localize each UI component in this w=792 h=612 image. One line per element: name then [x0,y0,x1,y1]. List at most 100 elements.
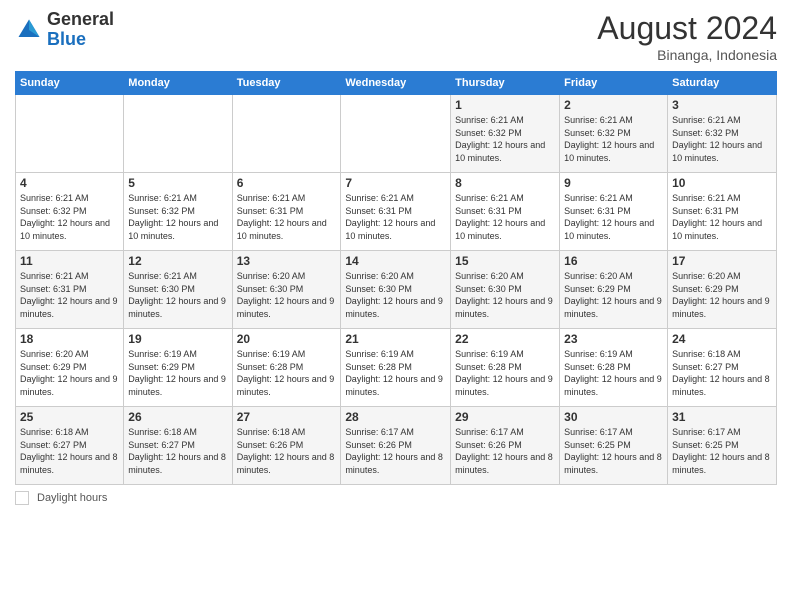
col-tuesday: Tuesday [232,72,341,95]
page: General Blue August 2024 Binanga, Indone… [0,0,792,612]
day-info: Sunrise: 6:21 AMSunset: 6:31 PMDaylight:… [672,192,772,242]
day-number: 22 [455,332,555,346]
day-number: 10 [672,176,772,190]
table-row: 4 Sunrise: 6:21 AMSunset: 6:32 PMDaylight… [16,173,124,251]
day-info: Sunrise: 6:19 AMSunset: 6:28 PMDaylight:… [455,348,555,398]
day-info: Sunrise: 6:21 AMSunset: 6:32 PMDaylight:… [455,114,555,164]
day-info: Sunrise: 6:21 AMSunset: 6:32 PMDaylight:… [672,114,772,164]
location: Binanga, Indonesia [597,47,777,63]
day-info: Sunrise: 6:20 AMSunset: 6:30 PMDaylight:… [237,270,337,320]
day-number: 13 [237,254,337,268]
table-row: 10 Sunrise: 6:21 AMSunset: 6:31 PMDayligh… [668,173,777,251]
table-row: 11Sunrise: 6:21 AMSunset: 6:31 PMDayligh… [16,251,124,329]
table-row: 23 Sunrise: 6:19 AMSunset: 6:28 PMDayligh… [560,329,668,407]
table-row [16,95,124,173]
day-number: 26 [128,410,227,424]
day-info: Sunrise: 6:19 AMSunset: 6:28 PMDaylight:… [237,348,337,398]
day-number: 18 [20,332,119,346]
table-row: 19Sunrise: 6:19 AMSunset: 6:29 PMDayligh… [124,329,232,407]
day-info: Sunrise: 6:21 AMSunset: 6:31 PMDaylight:… [455,192,555,242]
col-saturday: Saturday [668,72,777,95]
day-number: 25 [20,410,119,424]
day-number: 14 [345,254,446,268]
day-info: Sunrise: 6:20 AMSunset: 6:30 PMDaylight:… [345,270,446,320]
col-sunday: Sunday [16,72,124,95]
day-info: Sunrise: 6:17 AMSunset: 6:25 PMDaylight:… [564,426,663,476]
day-info: Sunrise: 6:17 AMSunset: 6:25 PMDaylight:… [672,426,772,476]
col-monday: Monday [124,72,232,95]
table-row: 30 Sunrise: 6:17 AMSunset: 6:25 PMDayligh… [560,407,668,485]
week-row-1: 1 Sunrise: 6:21 AMSunset: 6:32 PMDaylight… [16,95,777,173]
table-row [124,95,232,173]
logo-icon [15,16,43,44]
day-number: 9 [564,176,663,190]
day-number: 17 [672,254,772,268]
day-number: 2 [564,98,663,112]
day-number: 16 [564,254,663,268]
table-row: 8Sunrise: 6:21 AMSunset: 6:31 PMDaylight… [451,173,560,251]
table-row: 17 Sunrise: 6:20 AMSunset: 6:29 PMDayligh… [668,251,777,329]
footer: Daylight hours [15,491,777,505]
day-number: 3 [672,98,772,112]
calendar-table: Sunday Monday Tuesday Wednesday Thursday… [15,71,777,485]
day-info: Sunrise: 6:21 AMSunset: 6:32 PMDaylight:… [20,192,119,242]
table-row: 5Sunrise: 6:21 AMSunset: 6:32 PMDaylight… [124,173,232,251]
table-row: 3 Sunrise: 6:21 AMSunset: 6:32 PMDaylight… [668,95,777,173]
day-info: Sunrise: 6:20 AMSunset: 6:29 PMDaylight:… [564,270,663,320]
day-info: Sunrise: 6:19 AMSunset: 6:29 PMDaylight:… [128,348,227,398]
day-number: 28 [345,410,446,424]
table-row: 25Sunrise: 6:18 AMSunset: 6:27 PMDayligh… [16,407,124,485]
day-info: Sunrise: 6:21 AMSunset: 6:32 PMDaylight:… [128,192,227,242]
table-row [341,95,451,173]
day-info: Sunrise: 6:19 AMSunset: 6:28 PMDaylight:… [564,348,663,398]
table-row [232,95,341,173]
table-row: 6Sunrise: 6:21 AMSunset: 6:31 PMDaylight… [232,173,341,251]
day-number: 1 [455,98,555,112]
day-info: Sunrise: 6:19 AMSunset: 6:28 PMDaylight:… [345,348,446,398]
day-info: Sunrise: 6:18 AMSunset: 6:26 PMDaylight:… [237,426,337,476]
table-row: 20 Sunrise: 6:19 AMSunset: 6:28 PMDayligh… [232,329,341,407]
table-row: 15 Sunrise: 6:20 AMSunset: 6:30 PMDayligh… [451,251,560,329]
day-number: 20 [237,332,337,346]
table-row: 12 Sunrise: 6:21 AMSunset: 6:30 PMDayligh… [124,251,232,329]
day-info: Sunrise: 6:21 AMSunset: 6:32 PMDaylight:… [564,114,663,164]
logo-general: General [47,9,114,29]
day-number: 15 [455,254,555,268]
table-row: 14 Sunrise: 6:20 AMSunset: 6:30 PMDayligh… [341,251,451,329]
table-row: 27 Sunrise: 6:18 AMSunset: 6:26 PMDayligh… [232,407,341,485]
day-info: Sunrise: 6:21 AMSunset: 6:30 PMDaylight:… [128,270,227,320]
table-row: 9Sunrise: 6:21 AMSunset: 6:31 PMDaylight… [560,173,668,251]
table-row: 24Sunrise: 6:18 AMSunset: 6:27 PMDayligh… [668,329,777,407]
footer-label: Daylight hours [37,492,107,504]
day-info: Sunrise: 6:18 AMSunset: 6:27 PMDaylight:… [672,348,772,398]
day-info: Sunrise: 6:20 AMSunset: 6:29 PMDaylight:… [672,270,772,320]
day-number: 6 [237,176,337,190]
day-info: Sunrise: 6:17 AMSunset: 6:26 PMDaylight:… [345,426,446,476]
week-row-5: 25 Sunrise: 6:18 AMSunset: 6:27 PMDayligh… [16,407,777,485]
col-friday: Friday [560,72,668,95]
table-row: 16 Sunrise: 6:20 AMSunset: 6:29 PMDayligh… [560,251,668,329]
month-year: August 2024 [597,10,777,47]
logo-text: General Blue [47,10,114,50]
day-info: Sunrise: 6:21 AMSunset: 6:31 PMDaylight:… [345,192,446,242]
day-info: Sunrise: 6:17 AMSunset: 6:26 PMDaylight:… [455,426,555,476]
day-info: Sunrise: 6:18 AMSunset: 6:27 PMDaylight:… [128,426,227,476]
day-number: 7 [345,176,446,190]
day-info: Sunrise: 6:21 AMSunset: 6:31 PMDaylight:… [20,270,119,320]
day-number: 12 [128,254,227,268]
table-row: 29 Sunrise: 6:17 AMSunset: 6:26 PMDayligh… [451,407,560,485]
table-row: 18Sunrise: 6:20 AMSunset: 6:29 PMDayligh… [16,329,124,407]
table-row: 1 Sunrise: 6:21 AMSunset: 6:32 PMDaylight… [451,95,560,173]
day-number: 4 [20,176,119,190]
table-row: 31Sunrise: 6:17 AMSunset: 6:25 PMDayligh… [668,407,777,485]
table-row: 26 Sunrise: 6:18 AMSunset: 6:27 PMDayligh… [124,407,232,485]
footer-box [15,491,29,505]
table-row: 22 Sunrise: 6:19 AMSunset: 6:28 PMDayligh… [451,329,560,407]
day-number: 30 [564,410,663,424]
day-number: 29 [455,410,555,424]
day-number: 23 [564,332,663,346]
day-number: 27 [237,410,337,424]
day-info: Sunrise: 6:20 AMSunset: 6:30 PMDaylight:… [455,270,555,320]
table-row: 7 Sunrise: 6:21 AMSunset: 6:31 PMDaylight… [341,173,451,251]
table-row: 13 Sunrise: 6:20 AMSunset: 6:30 PMDayligh… [232,251,341,329]
